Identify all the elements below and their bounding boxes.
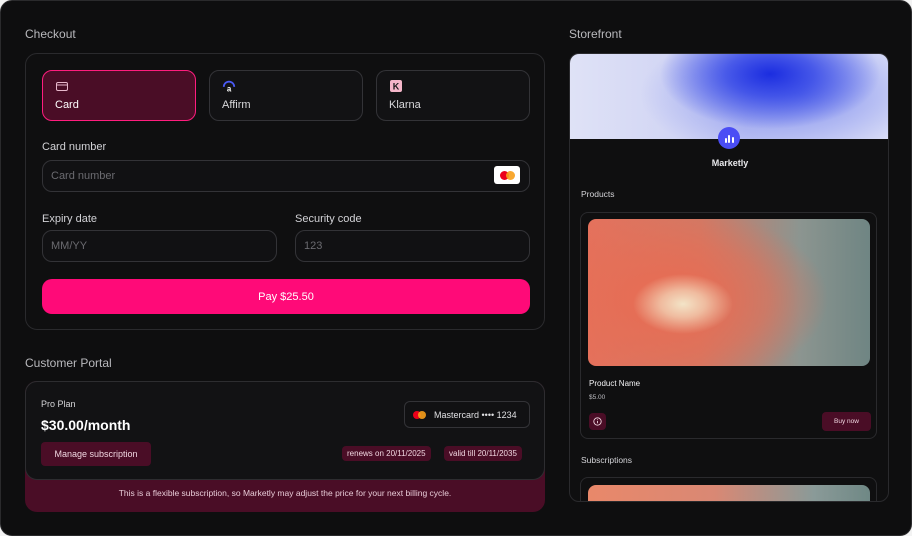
payment-method-label: Klarna: [389, 99, 421, 111]
plan-price: $30.00/month: [41, 417, 131, 433]
product-name: Product Name: [589, 379, 641, 388]
affirm-logo-icon: a: [222, 79, 236, 93]
manage-subscription-button[interactable]: Manage subscription: [41, 442, 151, 466]
card-number-input[interactable]: [42, 160, 530, 192]
subscription-card: Pro Plan $30.00/month Manage subscriptio…: [25, 381, 545, 480]
marketly-logo-icon: [718, 127, 740, 149]
payment-method-klarna[interactable]: K Klarna: [376, 70, 530, 121]
storefront-preview: Marketly Products Product Name $5.00 Buy…: [569, 53, 889, 502]
product-price: $5.00: [589, 394, 606, 401]
buy-now-button[interactable]: Buy now: [822, 412, 871, 431]
customer-portal-panel: Pro Plan $30.00/month Manage subscriptio…: [25, 381, 545, 512]
product-image: [588, 219, 870, 366]
storefront-title: Storefront: [569, 27, 622, 41]
mastercard-icon: [413, 410, 426, 419]
expiry-date-input[interactable]: [42, 230, 277, 262]
checkout-panel: Card a Affirm K Klarna Card number Expir…: [25, 53, 545, 330]
payment-method-card[interactable]: Card: [42, 70, 196, 121]
svg-text:a: a: [227, 84, 232, 93]
card-icon: [55, 79, 69, 93]
card-number-wrapper: [42, 160, 530, 192]
klarna-logo-icon: K: [389, 79, 403, 93]
customer-portal-title: Customer Portal: [25, 356, 112, 370]
payment-method-label: Affirm: [222, 99, 251, 111]
payment-card-pill[interactable]: Mastercard •••• 1234: [404, 401, 530, 428]
mastercard-icon: [494, 166, 520, 184]
products-heading: Products: [581, 189, 615, 199]
svg-text:K: K: [393, 82, 400, 92]
plan-name: Pro Plan: [41, 399, 76, 409]
pay-button[interactable]: Pay $25.50: [42, 279, 530, 314]
security-code-label: Security code: [295, 213, 362, 225]
info-button[interactable]: [589, 413, 606, 430]
subscription-product-image: [588, 485, 870, 501]
subscription-product-card[interactable]: [580, 477, 877, 501]
payment-method-label: Card: [55, 99, 79, 111]
card-number-label: Card number: [42, 141, 107, 153]
payment-card-label: Mastercard •••• 1234: [434, 409, 517, 420]
renews-badge: renews on 20/11/2025: [342, 446, 431, 461]
subscriptions-heading: Subscriptions: [581, 455, 633, 465]
brand-name: Marketly: [711, 158, 749, 168]
app-window: Checkout Card a Affirm K Klarna Card num…: [0, 0, 912, 536]
valid-till-badge: valid till 20/11/2035: [444, 446, 522, 461]
checkout-title: Checkout: [25, 27, 76, 41]
info-icon: [593, 414, 602, 429]
expiry-date-label: Expiry date: [42, 213, 98, 225]
payment-method-affirm[interactable]: a Affirm: [209, 70, 363, 121]
security-code-input[interactable]: [295, 230, 530, 262]
product-card[interactable]: Product Name $5.00 Buy now: [580, 212, 877, 439]
subscription-note: This is a flexible subscription, so Mark…: [118, 488, 452, 498]
